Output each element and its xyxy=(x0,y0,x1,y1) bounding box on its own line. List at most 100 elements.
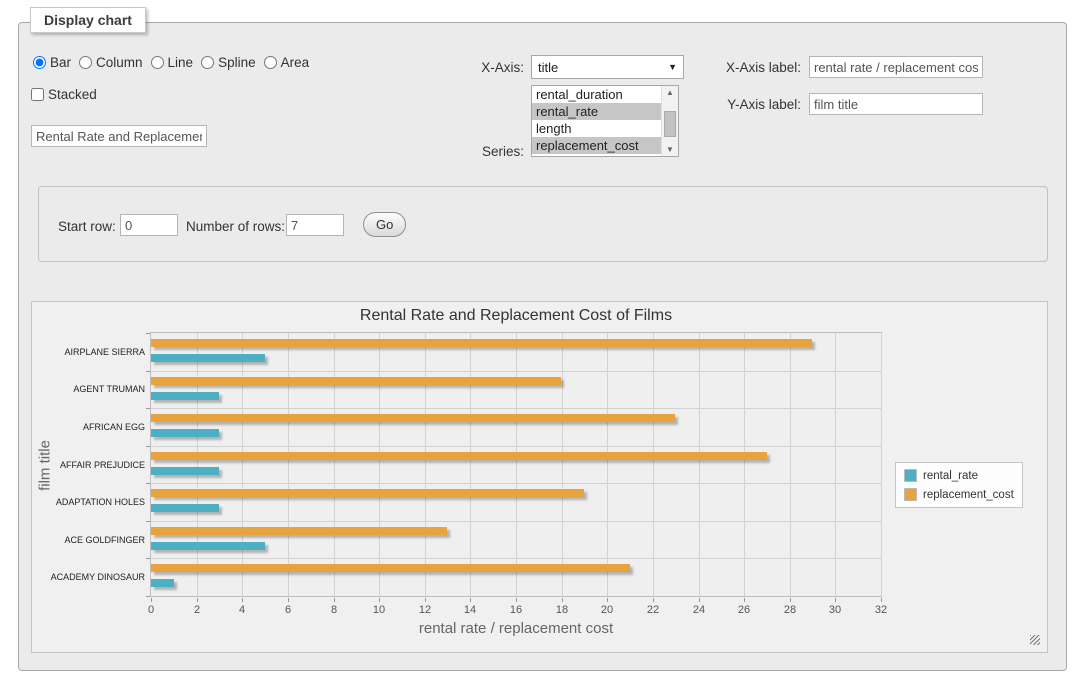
bar-rental_rate xyxy=(151,354,265,362)
chart-type-radio-label: Bar xyxy=(50,55,71,70)
series-listbox[interactable]: rental_durationrental_ratelengthreplacem… xyxy=(531,85,679,157)
x-axis-tick xyxy=(288,598,289,602)
go-button[interactable]: Go xyxy=(363,212,406,237)
gridline xyxy=(151,483,881,484)
x-axis-tick xyxy=(242,598,243,602)
start-row-label: Start row: xyxy=(58,219,120,234)
chart-type-radio-label: Spline xyxy=(218,55,256,70)
x-tick-label: 6 xyxy=(266,604,310,616)
gridline xyxy=(425,333,426,596)
x-axis-label-input[interactable] xyxy=(809,56,983,78)
x-axis-select[interactable]: title ▼ xyxy=(531,55,684,79)
stacked-checkbox[interactable] xyxy=(31,88,44,101)
chart-type-radio-column[interactable] xyxy=(79,56,92,69)
x-axis-select-label: X-Axis: xyxy=(456,60,524,75)
x-tick-label: 20 xyxy=(585,604,629,616)
chart-type-radio-spline[interactable] xyxy=(201,56,214,69)
gridline xyxy=(151,408,881,409)
chart-type-option-bar[interactable]: Bar xyxy=(33,55,71,70)
gridline xyxy=(744,333,745,596)
scroll-up-icon[interactable]: ▲ xyxy=(662,88,678,97)
y-category-label: AFFAIR PREJUDICE xyxy=(35,460,145,470)
bar-replacement_cost xyxy=(151,339,812,347)
gridline xyxy=(242,333,243,596)
bar-rental_rate xyxy=(151,579,174,587)
chart-title-input[interactable] xyxy=(31,125,207,147)
bar-replacement_cost xyxy=(151,377,561,385)
chart-type-option-spline[interactable]: Spline xyxy=(201,55,256,70)
chart-type-radio-bar[interactable] xyxy=(33,56,46,69)
stacked-label: Stacked xyxy=(48,87,97,102)
y-axis-label-label: Y-Axis label: xyxy=(713,97,801,112)
y-category-label: ACE GOLDFINGER xyxy=(35,535,145,545)
gridline xyxy=(607,333,608,596)
y-category-label: ADAPTATION HOLES xyxy=(35,497,145,507)
legend-swatch-rental_rate xyxy=(904,469,917,482)
y-axis-label-input[interactable] xyxy=(809,93,983,115)
gridline xyxy=(379,333,380,596)
x-axis-tick xyxy=(744,598,745,602)
scrollbar-thumb[interactable] xyxy=(664,111,676,137)
x-axis-tick xyxy=(334,598,335,602)
x-axis-tick xyxy=(197,598,198,602)
stacked-option[interactable]: Stacked xyxy=(31,87,97,102)
chart-type-radio-area[interactable] xyxy=(264,56,277,69)
x-tick-label: 10 xyxy=(357,604,401,616)
display-chart-panel: BarColumnLineSplineArea Stacked X-Axis: … xyxy=(18,22,1067,671)
chart-type-radios: Bar Column Line Spline Area xyxy=(33,55,315,70)
scroll-down-icon[interactable]: ▼ xyxy=(662,145,678,154)
legend-swatch-replacement_cost xyxy=(904,488,917,501)
gridline xyxy=(288,333,289,596)
series-scrollbar[interactable]: ▲ ▼ xyxy=(661,86,678,156)
num-rows-input[interactable] xyxy=(286,214,344,236)
y-axis-tick xyxy=(146,596,150,597)
x-tick-label: 14 xyxy=(448,604,492,616)
gridline xyxy=(562,333,563,596)
series-option-rental_rate[interactable]: rental_rate xyxy=(532,103,661,120)
x-axis-selected-value: title xyxy=(538,60,558,75)
legend-item-replacement_cost: replacement_cost xyxy=(904,488,1014,501)
series-option-length[interactable]: length xyxy=(532,120,661,137)
bar-replacement_cost xyxy=(151,527,447,535)
panel-legend: Display chart xyxy=(30,7,146,33)
plot-area: 02468101214161820222426283032AIRPLANE SI… xyxy=(150,332,882,597)
legend-label: replacement_cost xyxy=(923,489,1014,501)
x-tick-label: 12 xyxy=(403,604,447,616)
series-option-replacement_cost[interactable]: replacement_cost xyxy=(532,137,661,154)
bar-rental_rate xyxy=(151,542,265,550)
x-axis-tick xyxy=(379,598,380,602)
bar-rental_rate xyxy=(151,467,219,475)
x-axis-tick xyxy=(562,598,563,602)
gridline xyxy=(470,333,471,596)
bar-replacement_cost xyxy=(151,489,584,497)
chart-type-radio-label: Column xyxy=(96,55,143,70)
start-row-input[interactable] xyxy=(120,214,178,236)
series-select-label: Series: xyxy=(456,144,524,159)
chart-container: Rental Rate and Replacement Cost of Film… xyxy=(31,301,1048,653)
chart-type-radio-line[interactable] xyxy=(151,56,164,69)
gridline xyxy=(151,521,881,522)
x-axis-tick xyxy=(425,598,426,602)
num-rows-label: Number of rows: xyxy=(186,219,288,234)
series-options: rental_durationrental_ratelengthreplacem… xyxy=(532,86,661,156)
chart-type-radio-label: Line xyxy=(168,55,194,70)
gridline xyxy=(151,558,881,559)
x-tick-label: 18 xyxy=(540,604,584,616)
chart-type-option-area[interactable]: Area xyxy=(264,55,310,70)
gridline xyxy=(197,333,198,596)
x-axis-tick xyxy=(699,598,700,602)
legend-label: rental_rate xyxy=(923,470,978,482)
chart-type-option-column[interactable]: Column xyxy=(79,55,143,70)
bar-rental_rate xyxy=(151,504,219,512)
bar-rental_rate xyxy=(151,429,219,437)
x-tick-label: 2 xyxy=(175,604,219,616)
bar-replacement_cost xyxy=(151,564,630,572)
chart-type-option-line[interactable]: Line xyxy=(151,55,194,70)
gridline xyxy=(881,333,882,596)
series-option-rental_duration[interactable]: rental_duration xyxy=(532,86,661,103)
x-tick-label: 32 xyxy=(859,604,903,616)
x-tick-label: 26 xyxy=(722,604,766,616)
gridline xyxy=(699,333,700,596)
resize-handle-icon[interactable] xyxy=(1030,635,1040,645)
chart-title: Rental Rate and Replacement Cost of Film… xyxy=(150,307,882,325)
